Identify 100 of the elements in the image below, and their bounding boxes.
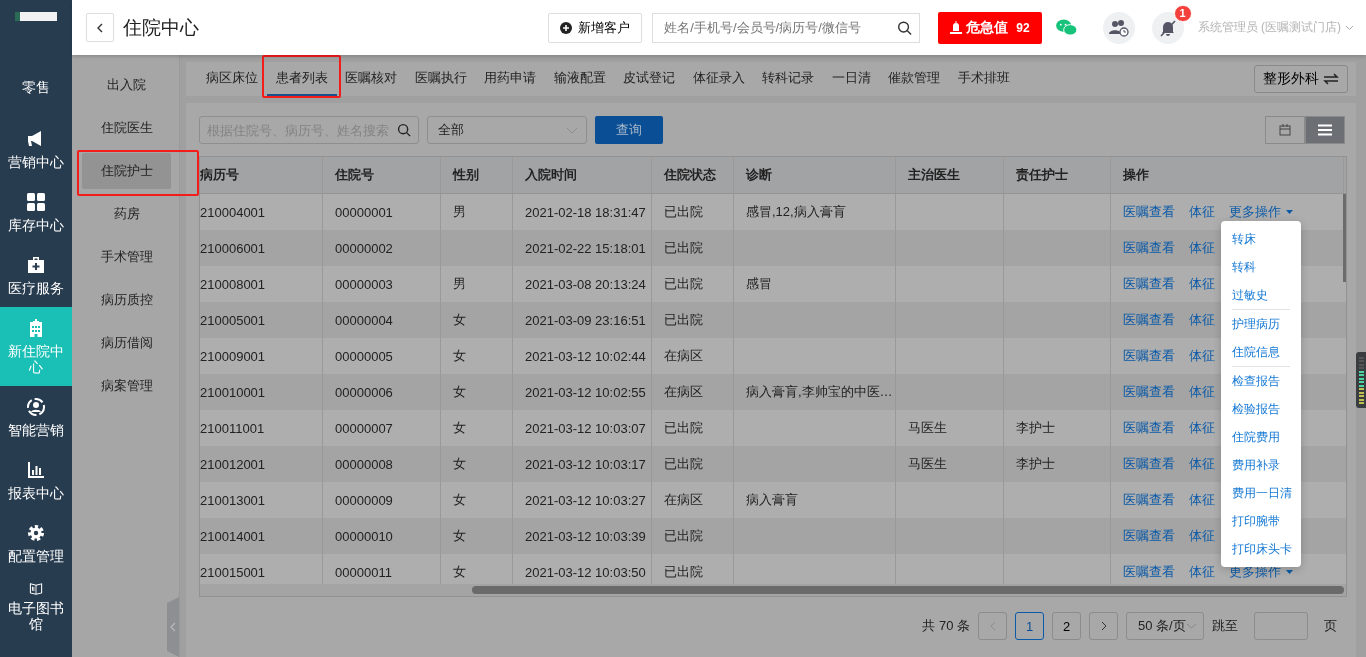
action-link[interactable]: 体征 [1189, 383, 1215, 401]
nav-item[interactable]: 库存中心 [0, 181, 72, 244]
action-link[interactable]: 体征 [1189, 347, 1215, 365]
previous-page-button[interactable] [978, 612, 1007, 640]
sidebar-item[interactable]: 病历借阅 [82, 325, 171, 361]
menu-item[interactable]: 打印床头卡 [1221, 535, 1301, 563]
sidebar-item[interactable]: 病案管理 [82, 368, 171, 404]
table-cell: 210011001 [200, 420, 265, 436]
table-cell: 已出院 [664, 419, 703, 437]
sidebar-item[interactable]: 住院护士 [82, 153, 171, 189]
action-link[interactable]: 体征 [1189, 491, 1215, 509]
table-cell: 00000005 [335, 348, 393, 364]
sidebar-item[interactable]: 出入院 [82, 67, 171, 103]
query-button[interactable]: 查询 [595, 116, 663, 144]
menu-item[interactable]: 护理病历 [1221, 310, 1301, 338]
status-dropdown[interactable]: 全部 [427, 116, 587, 144]
list-view-button[interactable] [1305, 116, 1345, 144]
menu-item[interactable]: 转科 [1221, 253, 1301, 281]
action-link[interactable]: 体征 [1189, 239, 1215, 257]
menu-item[interactable]: 费用补录 [1221, 451, 1301, 479]
table-cell: 00000009 [335, 492, 393, 508]
nav-item[interactable]: 营销中心 [0, 118, 72, 181]
page-size-dropdown[interactable]: 50 条/页 [1126, 612, 1204, 640]
action-link[interactable]: 医嘱查看 [1123, 239, 1175, 257]
tab[interactable]: 皮试登记 [614, 62, 684, 96]
nav-item[interactable]: 医疗服务 [0, 244, 72, 307]
critical-value-button[interactable]: 危急值 92 [938, 11, 1042, 44]
action-link[interactable]: 医嘱查看 [1123, 203, 1175, 221]
tab[interactable]: 医嘱执行 [405, 62, 476, 96]
action-link[interactable]: 医嘱查看 [1123, 275, 1175, 293]
back-button[interactable] [86, 13, 114, 42]
action-link[interactable]: 体征 [1189, 527, 1215, 545]
tab[interactable]: 催款管理 [879, 62, 949, 96]
action-link[interactable]: 体征 [1189, 455, 1215, 473]
alarm-light-icon [950, 21, 963, 34]
action-link[interactable]: 体征 [1189, 203, 1215, 221]
chat-bubbles-icon[interactable] [1055, 19, 1077, 36]
table-cell: 210014001 [200, 528, 266, 544]
action-link[interactable]: 医嘱查看 [1123, 383, 1175, 401]
nav-item[interactable]: 智能营销 [0, 386, 72, 449]
action-link[interactable]: 医嘱查看 [1123, 347, 1175, 365]
action-link[interactable]: 体征 [1189, 275, 1215, 293]
tab[interactable]: 手术排班 [948, 62, 1019, 96]
table-cell: 2021-03-12 10:02:44 [525, 348, 646, 364]
action-link[interactable]: 体征 [1189, 311, 1215, 329]
menu-item[interactable]: 打印腕带 [1221, 507, 1301, 535]
muted-bell-button[interactable] [1151, 11, 1184, 44]
tab[interactable]: 用药申请 [475, 62, 545, 96]
tab[interactable]: 一日清 [822, 62, 880, 96]
group-clock-icon[interactable] [1102, 11, 1135, 44]
action-link[interactable]: 医嘱查看 [1123, 563, 1175, 581]
table-cell: 在病区 [664, 347, 703, 365]
muted-bell-icon [1158, 18, 1177, 37]
action-link[interactable]: 医嘱查看 [1123, 419, 1175, 437]
tab[interactable]: 病区床位 [197, 62, 267, 96]
action-link[interactable]: 体征 [1189, 419, 1215, 437]
more-actions-link[interactable]: 更多操作 [1229, 203, 1293, 221]
tab[interactable]: 输液配置 [544, 62, 615, 96]
sidebar-item[interactable]: 手术管理 [82, 239, 171, 275]
menu-item[interactable]: 转床 [1221, 225, 1301, 253]
action-link[interactable]: 体征 [1189, 563, 1215, 581]
table-cell: 210012001 [200, 456, 266, 472]
level-meter-icon [1356, 352, 1366, 408]
next-page-button[interactable] [1089, 612, 1118, 640]
sidebar-item[interactable]: 住院医生 [82, 110, 171, 146]
new-customer-button[interactable]: 新增客户 [548, 12, 643, 43]
horizontal-scrollbar[interactable] [200, 584, 1346, 596]
table-cell: 李护士 [1016, 419, 1055, 437]
department-switch-button[interactable]: 整形外科 [1254, 65, 1348, 93]
tab[interactable]: 医嘱核对 [336, 62, 406, 96]
column-header: 入院时间 [513, 157, 652, 193]
action-link[interactable]: 医嘱查看 [1123, 491, 1175, 509]
nav-item[interactable]: 报表中心 [0, 449, 72, 512]
menu-item[interactable]: 检验报告 [1221, 395, 1301, 423]
nav-item[interactable]: 零售 [0, 55, 72, 118]
nav-item[interactable]: 配置管理 [0, 512, 72, 575]
page-button[interactable]: 1 [1015, 612, 1044, 640]
tab[interactable]: 转科记录 [753, 62, 823, 96]
search-icon[interactable] [897, 20, 913, 35]
sidebar-item[interactable]: 药房 [82, 196, 171, 232]
search-icon[interactable] [397, 123, 411, 137]
table-cell: 病入膏肓 [746, 491, 798, 509]
nav-item[interactable]: 电子图书馆 [0, 575, 72, 638]
table-cell: 已出院 [664, 203, 703, 221]
tab[interactable]: 体征录入 [683, 62, 754, 96]
page-number-field[interactable] [1254, 612, 1308, 640]
menu-item[interactable]: 住院信息 [1221, 338, 1301, 366]
action-link[interactable]: 医嘱查看 [1123, 527, 1175, 545]
menu-item[interactable]: 住院费用 [1221, 423, 1301, 451]
sidebar-item[interactable]: 病历质控 [82, 282, 171, 318]
page-button[interactable]: 2 [1052, 612, 1081, 640]
menu-item[interactable]: 过敏史 [1221, 281, 1301, 309]
tab[interactable]: 患者列表 [266, 62, 337, 96]
action-link[interactable]: 医嘱查看 [1123, 311, 1175, 329]
vertical-scrollbar[interactable] [1343, 194, 1346, 282]
caret-icon [1286, 210, 1293, 214]
menu-item[interactable]: 费用一日清 [1221, 479, 1301, 507]
action-link[interactable]: 医嘱查看 [1123, 455, 1175, 473]
collapse-handle[interactable] [167, 597, 179, 657]
menu-item[interactable]: 检查报告 [1221, 367, 1301, 395]
